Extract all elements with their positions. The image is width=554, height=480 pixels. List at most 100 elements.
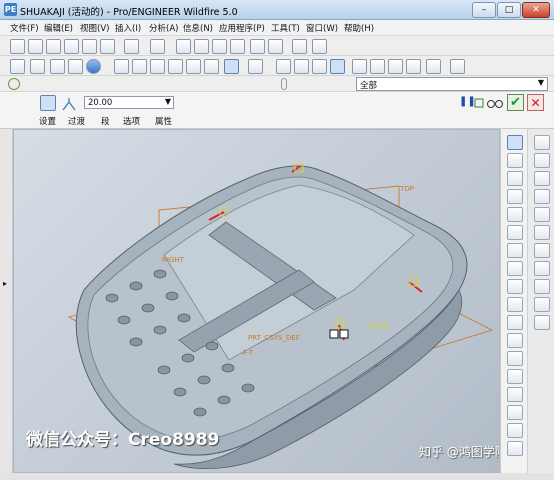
sketch-tool-icon[interactable] — [507, 135, 523, 150]
annotation-icon[interactable] — [426, 59, 441, 74]
menu-tools[interactable]: 工具(T) — [271, 22, 300, 34]
radius-input[interactable]: 20.00 ▼ — [84, 96, 174, 109]
zoom-in-icon[interactable] — [114, 59, 129, 74]
datum-plane-tool-icon[interactable] — [507, 153, 523, 168]
appearance-icon[interactable] — [50, 59, 65, 74]
blend-tool-icon[interactable] — [507, 315, 523, 330]
sphere-icon[interactable] — [86, 59, 101, 74]
analysis-tool-icon[interactable] — [507, 243, 523, 258]
datum-axes-icon[interactable] — [370, 59, 385, 74]
redo-icon[interactable] — [150, 39, 165, 54]
menu-info[interactable]: 信息(N) — [183, 22, 213, 34]
spin-center-icon[interactable] — [450, 59, 465, 74]
copy-feature-icon[interactable] — [534, 135, 550, 150]
mirror-icon[interactable] — [534, 153, 550, 168]
sweep-tool-icon[interactable] — [507, 297, 523, 312]
hidden-line-icon[interactable] — [294, 59, 309, 74]
hole-tool-icon[interactable] — [507, 333, 523, 348]
view-manager-icon[interactable] — [248, 59, 263, 74]
layer-icon[interactable] — [68, 59, 83, 74]
datum-planes-icon[interactable] — [352, 59, 367, 74]
email-icon[interactable] — [82, 39, 97, 54]
close-button[interactable]: ✕ — [522, 2, 550, 18]
trim-icon[interactable] — [534, 189, 550, 204]
find-icon[interactable] — [292, 39, 307, 54]
save-icon[interactable] — [46, 39, 61, 54]
rib-tool-icon[interactable] — [507, 369, 523, 384]
cut-icon[interactable] — [176, 39, 191, 54]
refit-icon[interactable] — [150, 59, 165, 74]
pattern-tool-icon[interactable] — [507, 441, 523, 456]
csys-tool-icon[interactable] — [507, 225, 523, 240]
sketch-icon[interactable] — [10, 59, 25, 74]
graphics-window[interactable]: TOP RIGHT PRT_CSYS_DEF F-T 20.00 微信公众号：C… — [13, 129, 500, 473]
revolve-tool-icon[interactable] — [507, 279, 523, 294]
menu-window[interactable]: 窗口(W) — [306, 22, 338, 34]
zoom-out-icon[interactable] — [132, 59, 147, 74]
email-link-icon[interactable] — [100, 39, 115, 54]
datum-axis-tool-icon[interactable] — [507, 171, 523, 186]
layers-icon[interactable] — [204, 59, 219, 74]
maximize-button[interactable]: □ — [497, 2, 521, 18]
csys-icon[interactable] — [406, 59, 421, 74]
regenerate-icon[interactable] — [250, 39, 265, 54]
tab-setup[interactable]: 设置 — [39, 115, 56, 127]
minimize-button[interactable]: – — [472, 2, 496, 18]
tab-transition[interactable]: 过渡 — [68, 115, 85, 127]
menu-edit[interactable]: 编辑(E) — [44, 22, 73, 34]
extend-icon[interactable] — [534, 315, 550, 330]
accept-button[interactable]: ✔ — [507, 94, 524, 111]
draft-tool-icon[interactable] — [507, 387, 523, 402]
selection-filter-dropdown[interactable]: 全部 ▼ — [356, 77, 548, 91]
datum-curve-tool-icon[interactable] — [507, 189, 523, 204]
undo-icon[interactable] — [124, 39, 139, 54]
shaded-icon[interactable] — [330, 59, 345, 74]
round-tool-icon[interactable] — [507, 405, 523, 420]
menu-analysis[interactable]: 分析(A) — [149, 22, 178, 34]
wrap-icon[interactable] — [534, 297, 550, 312]
intersect-icon[interactable] — [534, 261, 550, 276]
paste-special-icon[interactable] — [230, 39, 245, 54]
print-icon[interactable] — [64, 39, 79, 54]
constant-round-icon[interactable] — [40, 95, 56, 111]
chamfer-tool-icon[interactable] — [507, 423, 523, 438]
full-round-icon[interactable] — [60, 95, 76, 111]
menu-applications[interactable]: 应用程序(P) — [219, 22, 265, 34]
shell-tool-icon[interactable] — [507, 351, 523, 366]
menu-help[interactable]: 帮助(H) — [344, 22, 374, 34]
merge-icon[interactable] — [534, 171, 550, 186]
cancel-button[interactable]: ✕ — [527, 94, 544, 111]
tab-segments[interactable]: 段 — [101, 115, 110, 127]
solidify-icon[interactable] — [534, 243, 550, 258]
shading-icon[interactable] — [224, 59, 239, 74]
saved-views-icon[interactable] — [186, 59, 201, 74]
regen-manager-icon[interactable] — [268, 39, 283, 54]
tab-properties[interactable]: 属性 — [155, 115, 172, 127]
extrude-tool-icon[interactable] — [507, 261, 523, 276]
tab-options[interactable]: 选项 — [123, 115, 140, 127]
datum-point-tool-icon[interactable] — [507, 207, 523, 222]
offset-icon[interactable] — [534, 207, 550, 222]
datum-icon[interactable] — [30, 59, 45, 74]
radius-dimension[interactable]: 20.00 — [368, 322, 388, 330]
project-icon[interactable] — [534, 279, 550, 294]
new-file-icon[interactable] — [10, 39, 25, 54]
no-hidden-icon[interactable] — [312, 59, 327, 74]
datum-points-icon[interactable] — [388, 59, 403, 74]
expand-arrow-icon[interactable]: ▸ — [3, 279, 7, 288]
menu-view[interactable]: 视图(V) — [80, 22, 109, 34]
left-collapse-strip[interactable]: ▸ — [0, 129, 13, 473]
menu-file[interactable]: 文件(F) — [10, 22, 39, 34]
reorient-icon[interactable] — [168, 59, 183, 74]
paste-icon[interactable] — [212, 39, 227, 54]
preview-glasses-icon[interactable] — [474, 96, 504, 110]
full-round-glyph — [62, 98, 76, 111]
copy-icon[interactable] — [194, 39, 209, 54]
menu-insert[interactable]: 插入(I) — [115, 22, 141, 34]
bulb-icon — [281, 78, 287, 90]
smart-select-icon[interactable] — [8, 78, 20, 90]
open-folder-icon[interactable] — [28, 39, 43, 54]
select-box-icon[interactable] — [312, 39, 327, 54]
thicken-icon[interactable] — [534, 225, 550, 240]
wireframe-icon[interactable] — [276, 59, 291, 74]
